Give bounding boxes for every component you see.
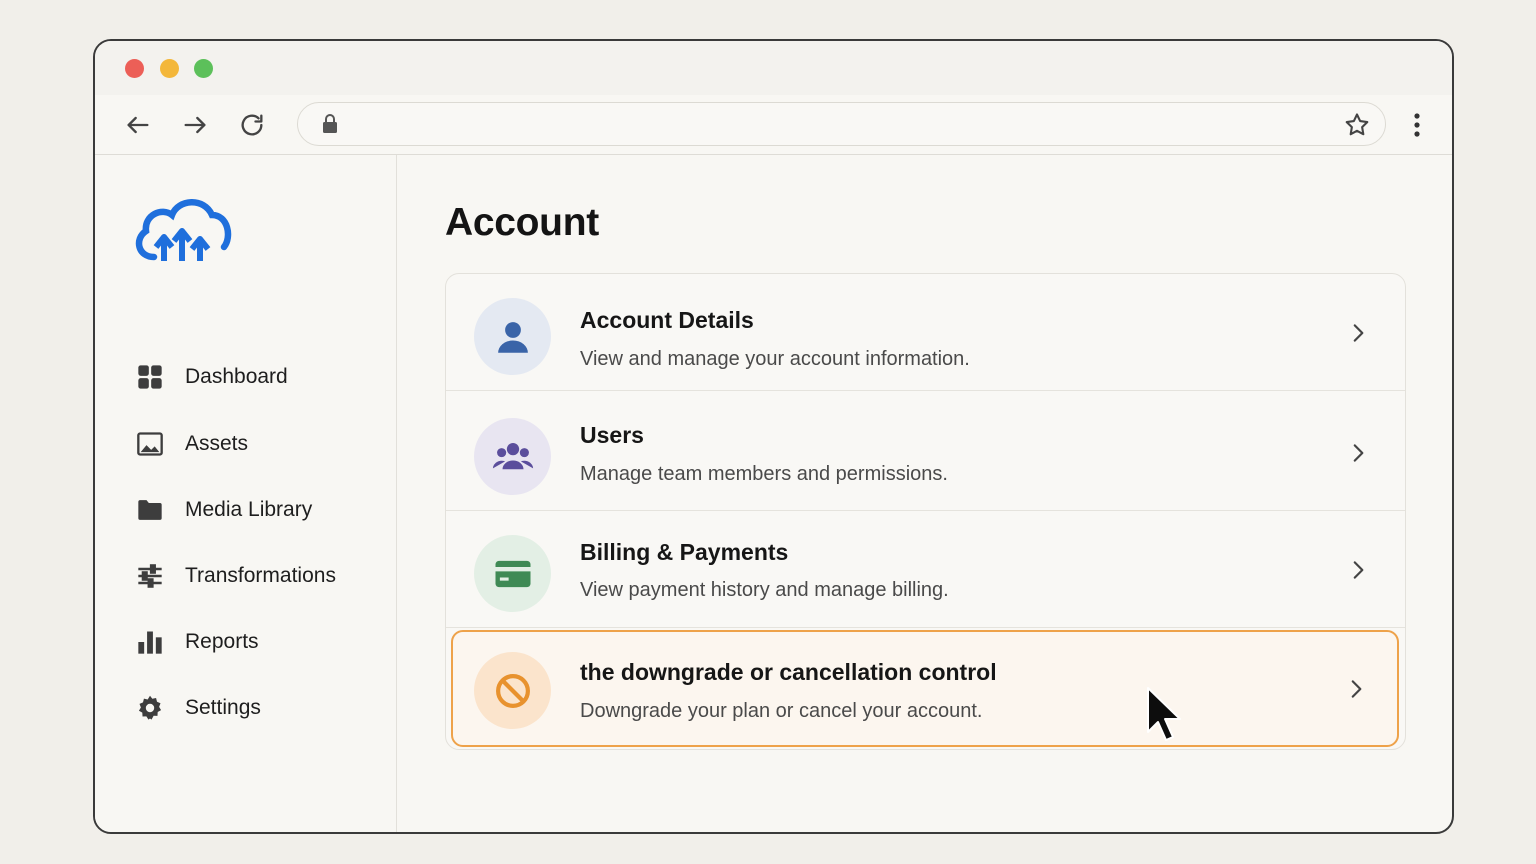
reload-icon <box>241 114 263 136</box>
arrow-left-icon <box>127 116 149 134</box>
sidebar-item-label: Settings <box>185 696 261 719</box>
chevron-right-icon <box>1353 444 1364 462</box>
sliders-icon <box>135 561 165 591</box>
kebab-menu-icon <box>1414 113 1420 137</box>
row-description: View payment history and manage billing. <box>580 579 949 601</box>
arrow-right-icon <box>184 116 206 134</box>
maximize-window-button[interactable] <box>194 59 213 78</box>
credit-card-icon <box>474 535 551 612</box>
row-description: Manage team members and permissions. <box>580 463 948 485</box>
forward-button[interactable] <box>179 109 211 141</box>
main-content: Account Account Details View and manage … <box>399 155 1452 832</box>
downgrade-cancel-row[interactable]: the downgrade or cancellation control Do… <box>451 630 1399 747</box>
close-window-button[interactable] <box>125 59 144 78</box>
sidebar: Dashboard Assets Media Library Transform… <box>95 155 397 832</box>
sidebar-item-label: Dashboard <box>185 365 288 388</box>
bar-chart-icon <box>135 627 165 657</box>
address-bar[interactable] <box>297 102 1386 146</box>
chevron-right-icon <box>1351 680 1362 698</box>
bookmark-star-icon[interactable] <box>1343 111 1371 139</box>
sidebar-item-settings[interactable]: Settings <box>135 688 385 728</box>
chevron-right-icon <box>1353 561 1364 579</box>
chevron-right-icon <box>1353 324 1364 342</box>
ban-icon <box>474 652 551 729</box>
reload-button[interactable] <box>236 109 268 141</box>
sidebar-item-transformations[interactable]: Transformations <box>135 556 385 596</box>
users-row[interactable]: Users Manage team members and permission… <box>446 394 1405 511</box>
row-title: the downgrade or cancellation control <box>580 659 997 685</box>
image-icon <box>135 429 165 459</box>
title-bar <box>95 41 1452 95</box>
sidebar-item-media-library[interactable]: Media Library <box>135 490 385 530</box>
row-title: Billing & Payments <box>580 539 789 565</box>
billing-payments-row[interactable]: Billing & Payments View payment history … <box>446 511 1405 628</box>
gear-icon <box>135 693 165 723</box>
sidebar-item-label: Media Library <box>185 498 313 521</box>
sidebar-item-label: Assets <box>185 432 249 455</box>
row-title: Account Details <box>580 307 754 333</box>
sidebar-item-dashboard[interactable]: Dashboard <box>135 357 385 397</box>
lock-icon <box>323 114 337 133</box>
browser-menu-button[interactable] <box>1403 110 1431 140</box>
folder-icon <box>135 495 165 525</box>
row-description: View and manage your account information… <box>580 348 970 370</box>
user-icon <box>474 298 551 375</box>
cloud-upload-logo <box>135 199 232 261</box>
browser-window: Dashboard Assets Media Library Transform… <box>93 39 1454 834</box>
sidebar-item-reports[interactable]: Reports <box>135 622 385 662</box>
mouse-pointer-icon <box>1147 687 1181 741</box>
sidebar-item-label: Transformations <box>185 564 336 587</box>
browser-toolbar <box>95 95 1452 155</box>
account-details-row[interactable]: Account Details View and manage your acc… <box>446 274 1405 391</box>
row-description: Downgrade your plan or cancel your accou… <box>580 700 983 722</box>
row-title: Users <box>580 422 644 448</box>
sidebar-item-assets[interactable]: Assets <box>135 424 385 464</box>
account-options-card: Account Details View and manage your acc… <box>445 273 1406 750</box>
page-title: Account <box>445 201 599 244</box>
sidebar-item-label: Reports <box>185 630 259 653</box>
back-button[interactable] <box>122 109 154 141</box>
grid-icon <box>135 362 165 392</box>
users-icon <box>474 418 551 495</box>
minimize-window-button[interactable] <box>160 59 179 78</box>
